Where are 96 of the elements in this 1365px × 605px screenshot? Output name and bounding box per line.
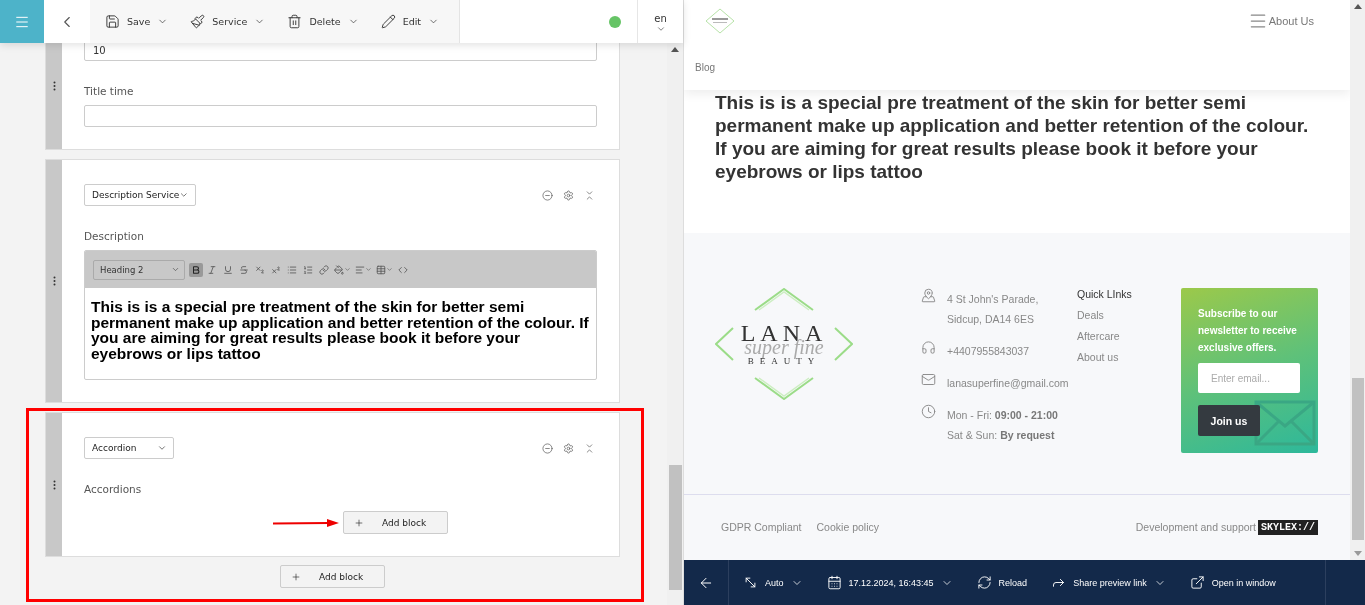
drag-handle[interactable] (46, 160, 62, 402)
rich-text-editor[interactable] (84, 250, 597, 380)
clock-icon (921, 404, 936, 419)
headset-icon (921, 340, 936, 355)
save-icon (105, 14, 120, 29)
text-field[interactable]: 10 (84, 43, 597, 61)
preview-bar-button[interactable]: Auto (729, 560, 803, 605)
contact-text: Sidcup, DA14 6ES (947, 313, 1034, 325)
settings-icon (563, 189, 574, 201)
field-label: Title time (84, 85, 135, 97)
preview-bar-button[interactable]: Open in window (1175, 560, 1276, 605)
link-icon (319, 264, 329, 275)
drag-icon (52, 479, 56, 490)
legal-link[interactable]: GDPR Compliant (721, 521, 802, 533)
field-label: Accordions (84, 483, 143, 495)
envelope-icon (1254, 400, 1316, 446)
plus-icon (354, 517, 364, 528)
newsletter-text: Subscribe to our newsletter to receive exclusive offers. (1198, 307, 1298, 355)
chevron-down-icon (157, 443, 167, 453)
bullet-list-icon (287, 264, 297, 275)
block-type-select[interactable]: Description Service (84, 184, 196, 206)
contact-text: lanasuperfine@gmail.com (947, 377, 1069, 389)
drag-handle[interactable] (46, 413, 62, 556)
scrollbar[interactable] (1350, 0, 1365, 560)
external-link-icon (1189, 575, 1205, 590)
contact-text: Mon - Fri: 09:00 - 21:00 (947, 409, 1058, 421)
contact-text: +4407955843037 (947, 345, 1030, 357)
block-type-select[interactable]: Accordion (84, 437, 174, 459)
drag-icon (52, 81, 56, 91)
contact-text: Sat & Sun: By request (947, 429, 1055, 441)
trash-icon (287, 14, 303, 29)
contact-text: 4 St John's Parade, (947, 293, 1039, 305)
subscript-icon (255, 264, 265, 275)
language-select[interactable]: en (637, 0, 683, 43)
text-field[interactable] (84, 105, 597, 127)
calendar-icon (826, 575, 842, 590)
nav-link[interactable]: Blog (695, 62, 715, 73)
preview-bar-button[interactable]: Share preview link (1037, 560, 1166, 605)
format-select[interactable]: Heading 2 (93, 259, 185, 280)
brush-icon (190, 14, 206, 29)
resize-icon (743, 575, 758, 590)
chevron-down-icon (171, 265, 180, 274)
add-block-button[interactable]: Add block (280, 565, 385, 588)
logo-icon (704, 8, 736, 34)
fill-color-button[interactable] (333, 262, 352, 277)
legal-link[interactable]: Cookie policy (816, 521, 879, 533)
strikethrough-icon (239, 264, 249, 275)
plus-icon (291, 571, 301, 582)
drag-icon (52, 276, 56, 286)
table-icon (376, 264, 386, 275)
settings-icon (563, 442, 574, 454)
collapse-icon (542, 442, 553, 454)
chevron-down-icon (344, 266, 351, 273)
reload-icon (976, 575, 992, 590)
chevron-down-icon (365, 266, 372, 273)
join-button[interactable]: Join us (1198, 405, 1260, 436)
menu-button[interactable] (0, 0, 44, 43)
link-button[interactable] (317, 262, 331, 277)
minimize-icon (584, 442, 595, 454)
underline-icon (223, 264, 233, 275)
toolbar-dropdown[interactable]: Edit (380, 14, 440, 29)
add-block-button[interactable]: Add block (343, 511, 448, 534)
toolbar-dropdown[interactable]: Service (190, 14, 266, 29)
italic-icon (207, 264, 217, 275)
bold-icon (191, 264, 201, 275)
chevron-down-icon (655, 24, 666, 34)
links-title: Quick LInks (1077, 288, 1133, 300)
pencil-icon (380, 14, 396, 29)
minimize-icon (584, 189, 595, 201)
collapse-icon (542, 189, 553, 201)
chevron-down-icon (386, 266, 393, 273)
footer-link[interactable]: Deals (1077, 309, 1181, 321)
preview-bar-button[interactable]: Reload (962, 560, 1028, 605)
footer-link[interactable]: Aftercare (1077, 330, 1181, 342)
menu-link[interactable]: About Us (1247, 11, 1314, 31)
developer-logo[interactable]: SKYLEX:// (1258, 519, 1318, 535)
annotation-arrow (273, 518, 339, 527)
toolbar-dropdown[interactable]: Delete (287, 14, 359, 29)
mail-icon (921, 372, 936, 387)
service-description: This is is a special pre treatment of the skin for better semi permanent make up application and better retention of the colour. If you are aiming for great results please book it before your eyebrows or lips tattoo (714, 91, 1310, 184)
credit-text: Development and support (1135, 521, 1256, 533)
email-field[interactable]: Enter email... (1198, 363, 1300, 393)
field-label: Description (84, 230, 145, 242)
footer-link[interactable]: About us (1077, 351, 1181, 363)
editor-text: This is is a special pre treatment of the skin for better semi permanent make up application and better retention of the colour. If you are aiming for great results please book it before your eyebrows or lips tattoo (90, 297, 590, 364)
superscript-icon (271, 264, 281, 275)
fill-color-icon (334, 264, 344, 275)
numbered-list-icon (303, 264, 313, 275)
bold-button[interactable] (189, 262, 203, 277)
drag-handle[interactable] (46, 43, 62, 149)
preview-bar-button[interactable]: 17.12.2024, 16:43:45 (812, 560, 953, 605)
align-icon (355, 264, 365, 275)
chevron-down-icon (179, 190, 189, 200)
map-icon (921, 288, 936, 303)
code-icon (398, 264, 408, 275)
toolbar-dropdown[interactable]: Save (105, 14, 169, 29)
